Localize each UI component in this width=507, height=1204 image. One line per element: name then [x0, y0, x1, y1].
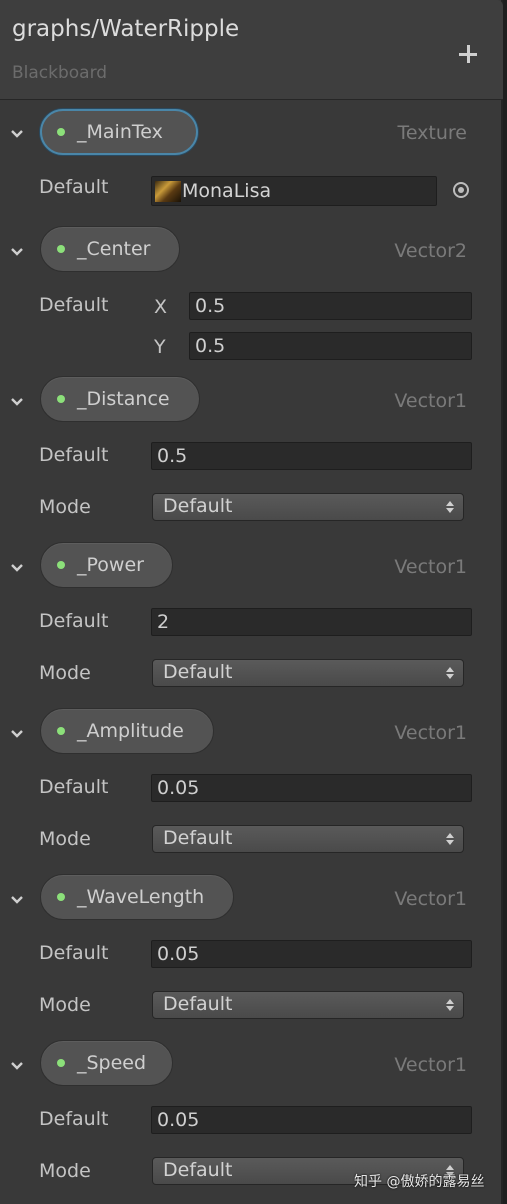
mode-dropdown[interactable]: Default: [152, 825, 464, 853]
mode-label: Mode: [39, 994, 91, 1016]
exposed-dot-icon: [57, 245, 65, 253]
mode-label: Mode: [39, 662, 91, 684]
default-value-field[interactable]: 0.05: [151, 940, 472, 968]
property-pill-speed[interactable]: _Speed: [40, 1040, 173, 1086]
default-label: Default: [39, 610, 109, 632]
y-value-field[interactable]: 0.5: [189, 332, 472, 360]
property-type: Vector1: [394, 888, 467, 910]
updown-arrows-icon: [446, 500, 454, 514]
updown-arrows-icon: [446, 832, 454, 846]
mode-value: Default: [163, 661, 233, 683]
mode-value: Default: [163, 827, 233, 849]
mode-value: Default: [163, 993, 233, 1015]
exposed-dot-icon: [57, 727, 65, 735]
property-type: Vector1: [394, 722, 467, 744]
expand-chevron-center[interactable]: [9, 245, 25, 259]
mode-label: Mode: [39, 1160, 91, 1182]
texture-thumbnail: [155, 181, 181, 202]
property-type: Vector1: [394, 1054, 467, 1076]
expand-chevron-distance[interactable]: [9, 395, 25, 409]
expand-chevron-power[interactable]: [9, 561, 25, 575]
watermark: 知乎 @傲娇的露易丝: [354, 1174, 485, 1190]
default-value-field[interactable]: 0.05: [151, 774, 472, 802]
property-name: _Speed: [77, 1052, 147, 1074]
exposed-dot-icon: [57, 893, 65, 901]
property-name: _Power: [77, 554, 144, 576]
expand-chevron-maintex[interactable]: [9, 127, 25, 141]
expand-chevron-speed[interactable]: [9, 1059, 25, 1073]
exposed-dot-icon: [57, 128, 65, 136]
default-label: Default: [39, 294, 109, 316]
x-value-field[interactable]: 0.5: [189, 292, 472, 320]
blackboard-subtitle: Blackboard: [12, 63, 108, 83]
property-name: _Amplitude: [77, 720, 184, 742]
default-label: Default: [39, 1108, 109, 1130]
property-pill-maintex[interactable]: _MainTex: [40, 109, 198, 155]
exposed-dot-icon: [57, 561, 65, 569]
texture-name: MonaLisa: [182, 180, 272, 202]
expand-chevron-wavelength[interactable]: [9, 893, 25, 907]
property-pill-amplitude[interactable]: _Amplitude: [40, 708, 214, 754]
updown-arrows-icon: [446, 998, 454, 1012]
mode-dropdown[interactable]: Default: [152, 659, 464, 687]
property-pill-center[interactable]: _Center: [40, 226, 180, 272]
blackboard-panel: graphs/WaterRipple Blackboard _MainTex T…: [0, 0, 503, 1204]
property-pill-wavelength[interactable]: _WaveLength: [40, 874, 234, 920]
default-value-field[interactable]: 0.5: [151, 442, 472, 470]
updown-arrows-icon: [446, 666, 454, 680]
property-pill-distance[interactable]: _Distance: [40, 376, 200, 422]
exposed-dot-icon: [57, 1059, 65, 1067]
default-label: Default: [39, 942, 109, 964]
y-label: Y: [154, 336, 166, 358]
property-name: _MainTex: [77, 121, 163, 143]
mode-value: Default: [163, 495, 233, 517]
default-label: Default: [39, 776, 109, 798]
default-label: Default: [39, 176, 109, 198]
add-property-button[interactable]: [452, 38, 484, 70]
exposed-dot-icon: [57, 395, 65, 403]
mode-dropdown[interactable]: Default: [152, 991, 464, 1019]
property-name: _WaveLength: [77, 886, 205, 908]
property-type: Vector2: [394, 240, 467, 262]
expand-chevron-amplitude[interactable]: [9, 727, 25, 741]
texture-object-field[interactable]: MonaLisa: [151, 176, 437, 206]
default-value-field[interactable]: 0.05: [151, 1106, 472, 1134]
mode-dropdown[interactable]: Default: [152, 493, 464, 521]
property-name: _Distance: [77, 388, 170, 410]
property-type: Texture: [397, 122, 467, 144]
property-type: Vector1: [394, 556, 467, 578]
graph-title: graphs/WaterRipple: [12, 16, 240, 42]
x-label: X: [154, 296, 168, 318]
mode-value: Default: [163, 1159, 233, 1181]
object-picker-icon[interactable]: [453, 182, 469, 198]
blackboard-header: graphs/WaterRipple Blackboard: [0, 0, 503, 100]
default-value-field[interactable]: 2: [151, 608, 472, 636]
default-label: Default: [39, 444, 109, 466]
property-pill-power[interactable]: _Power: [40, 542, 173, 588]
mode-label: Mode: [39, 828, 91, 850]
mode-label: Mode: [39, 496, 91, 518]
property-type: Vector1: [394, 390, 467, 412]
property-name: _Center: [77, 238, 151, 260]
